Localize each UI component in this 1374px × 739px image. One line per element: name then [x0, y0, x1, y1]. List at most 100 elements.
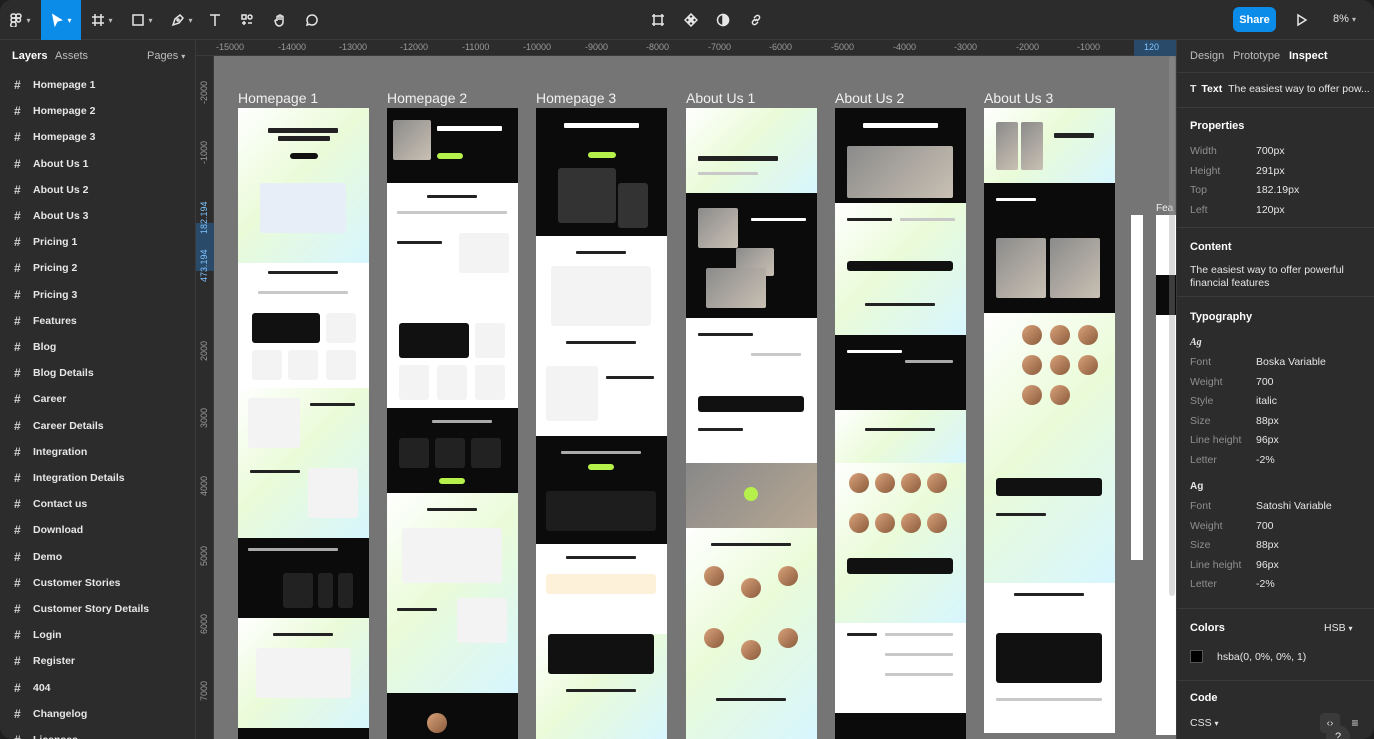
property-value[interactable]: 700 — [1256, 376, 1274, 388]
code-language-dropdown[interactable]: CSS ▾ — [1190, 717, 1219, 729]
property-key: Font — [1190, 356, 1212, 368]
frame-homepage-3[interactable] — [536, 108, 667, 739]
color-swatch[interactable] — [1190, 650, 1203, 663]
property-value[interactable]: 700px — [1256, 145, 1285, 157]
layer-item[interactable]: # Download — [0, 517, 195, 543]
design-canvas[interactable]: -15000 -14000 -13000 -12000 -11000 -10000 -900… — [196, 40, 1176, 739]
layer-item[interactable]: # Demo — [0, 544, 195, 570]
property-value[interactable]: 700 — [1256, 520, 1274, 532]
text-line — [885, 653, 953, 656]
layer-item[interactable]: # Career — [0, 386, 195, 412]
layer-item[interactable]: # Integration — [0, 439, 195, 465]
property-value[interactable]: 291px — [1256, 165, 1285, 177]
frame-title-about-us-2[interactable]: About Us 2 — [835, 90, 904, 106]
layer-item[interactable]: # About Us 1 — [0, 151, 195, 177]
avatar — [778, 628, 798, 648]
tab-design[interactable]: Design — [1190, 50, 1224, 62]
layer-item[interactable]: # About Us 2 — [0, 177, 195, 203]
tab-inspect[interactable]: Inspect — [1289, 50, 1328, 62]
layer-item[interactable]: # Homepage 1 — [0, 72, 195, 98]
ruler-tick-label: -5000 — [831, 42, 855, 52]
property-value[interactable]: 88px — [1256, 415, 1279, 427]
move-tool-button[interactable]: ▾ — [41, 0, 81, 40]
features-section — [387, 183, 518, 408]
frame-homepage-2[interactable] — [387, 108, 518, 739]
layer-item[interactable]: # Pricing 2 — [0, 255, 195, 281]
pen-tool-button[interactable]: ▾ — [164, 0, 200, 40]
layer-item[interactable]: # Integration Details — [0, 465, 195, 491]
layer-item[interactable]: # Customer Story Details — [0, 596, 195, 622]
layer-item[interactable]: # Homepage 2 — [0, 98, 195, 124]
property-value[interactable]: -2% — [1256, 454, 1275, 466]
color-mode-dropdown[interactable]: HSB ▾ — [1324, 622, 1353, 634]
property-value[interactable]: 182.19px — [1256, 184, 1299, 196]
layer-item[interactable]: # Pricing 3 — [0, 282, 195, 308]
layer-item[interactable]: # Contact us — [0, 491, 195, 517]
frame-about-us-2-lower[interactable] — [835, 463, 966, 739]
frame-title-homepage-2[interactable]: Homepage 2 — [387, 90, 467, 106]
tab-prototype[interactable]: Prototype — [1233, 50, 1280, 62]
property-value[interactable]: -2% — [1256, 578, 1275, 590]
pen-icon — [172, 13, 185, 27]
footer-start — [238, 728, 369, 739]
layer-item[interactable]: # Changelog — [0, 701, 195, 727]
layer-item[interactable]: # Licenses — [0, 727, 195, 739]
frame-title-homepage-1[interactable]: Homepage 1 — [238, 90, 318, 106]
frame-title-homepage-3[interactable]: Homepage 3 — [536, 90, 616, 106]
property-value[interactable]: 96px — [1256, 559, 1279, 571]
layer-label: Blog Details — [33, 367, 94, 380]
component-diamond-icon — [684, 13, 698, 27]
frame-about-us-3[interactable] — [984, 108, 1115, 733]
share-button[interactable]: Share — [1233, 7, 1276, 32]
property-value[interactable]: Boska Variable — [1256, 356, 1326, 368]
link-button[interactable] — [745, 0, 767, 40]
content-text[interactable]: The easiest way to offer powerful financ… — [1190, 264, 1368, 290]
text-t-icon — [210, 14, 220, 26]
present-button[interactable] — [1290, 0, 1312, 40]
layer-item[interactable]: # Blog Details — [0, 360, 195, 386]
text-line — [566, 341, 636, 344]
zoom-dropdown[interactable]: 8% ▾ — [1333, 13, 1356, 25]
layer-item[interactable]: # Login — [0, 622, 195, 648]
tab-layers[interactable]: Layers — [12, 50, 47, 62]
shape-tool-button[interactable]: ▾ — [124, 0, 160, 40]
crop-button[interactable] — [647, 0, 669, 40]
frame-partial[interactable] — [1131, 215, 1143, 560]
layer-item[interactable]: # Blog — [0, 334, 195, 360]
frame-homepage-1[interactable] — [238, 108, 369, 739]
layer-item[interactable]: # Homepage 3 — [0, 124, 195, 150]
layer-item[interactable]: # About Us 3 — [0, 203, 195, 229]
layer-item[interactable]: #404 — [0, 675, 195, 701]
component-button[interactable] — [680, 0, 702, 40]
stat-card — [283, 573, 313, 608]
color-value[interactable]: hsba(0, 0%, 0%, 1) — [1217, 651, 1306, 663]
resources-button[interactable] — [235, 0, 259, 40]
mask-button[interactable] — [712, 0, 734, 40]
pages-dropdown[interactable]: Pages ▾ — [147, 50, 185, 62]
property-value[interactable]: italic — [1256, 395, 1277, 407]
tab-assets[interactable]: Assets — [55, 50, 88, 62]
canvas-scrollbar[interactable] — [1169, 56, 1175, 596]
property-value[interactable]: 120px — [1256, 204, 1285, 216]
property-value[interactable]: Satoshi Variable — [1256, 500, 1332, 512]
hand-tool-button[interactable] — [268, 0, 292, 40]
frame-title-about-us-3[interactable]: About Us 3 — [984, 90, 1053, 106]
text-tool-button[interactable] — [203, 0, 227, 40]
property-value[interactable]: 96px — [1256, 434, 1279, 446]
layer-item[interactable]: # Pricing 1 — [0, 229, 195, 255]
ruler-vertical: -2000 -1000 182.194 473.194 2000 3000 4000 5000… — [196, 56, 214, 739]
frame-about-us-1[interactable] — [686, 108, 817, 739]
layer-item[interactable]: # Features — [0, 308, 195, 334]
property-value[interactable]: 88px — [1256, 539, 1279, 551]
divider — [1177, 680, 1374, 681]
values-section — [835, 203, 966, 335]
frame-title-about-us-1[interactable]: About Us 1 — [686, 90, 755, 106]
comment-tool-button[interactable] — [300, 0, 324, 40]
main-menu-button[interactable]: ▾ — [0, 0, 40, 40]
frame-tool-button[interactable]: ▾ — [84, 0, 120, 40]
frame-about-us-2[interactable] — [835, 108, 966, 463]
property-key: Width — [1190, 145, 1217, 157]
layer-item[interactable]: # Customer Stories — [0, 570, 195, 596]
layer-item[interactable]: # Register — [0, 648, 195, 674]
layer-item[interactable]: # Career Details — [0, 413, 195, 439]
